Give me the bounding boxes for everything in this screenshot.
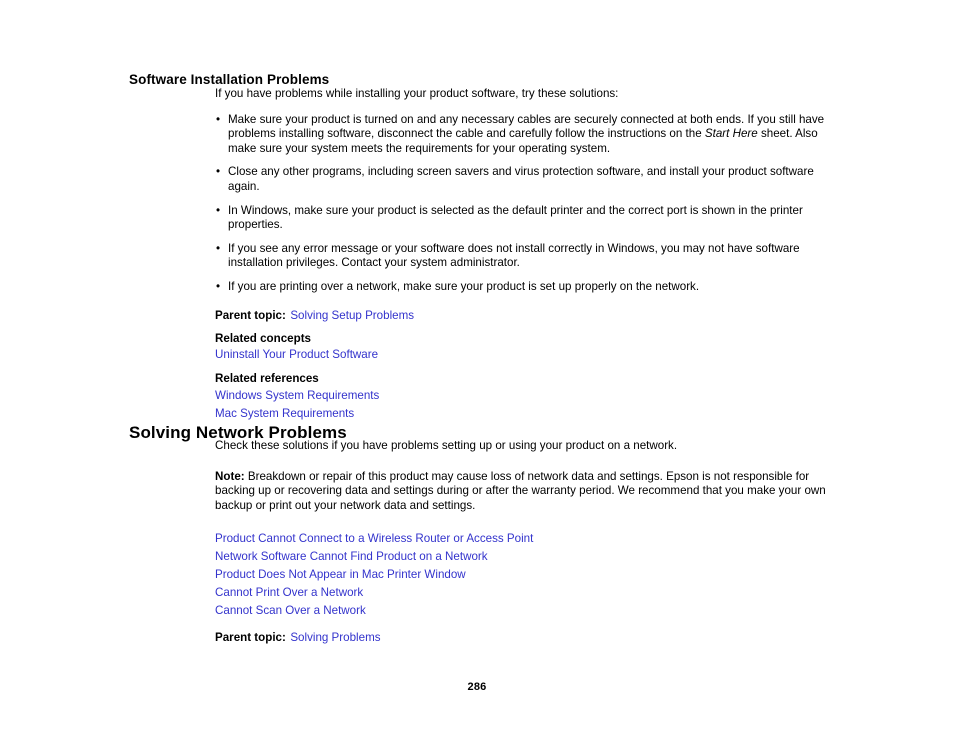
list-item: • Close any other programs, including sc…	[215, 165, 827, 194]
link-cannot-scan-over-a-network[interactable]: Cannot Scan Over a Network	[215, 604, 366, 617]
parent-topic-label: Parent topic:	[215, 308, 286, 322]
network-section-body: Check these solutions if you have proble…	[215, 439, 827, 646]
heading-software-installation-problems: Software Installation Problems	[129, 72, 330, 88]
link-mac-system-requirements[interactable]: Mac System Requirements	[215, 407, 354, 420]
list-item: • In Windows, make sure your product is …	[215, 204, 827, 233]
link-solving-setup-problems[interactable]: Solving Setup Problems	[290, 309, 414, 322]
list-item-text-part1: If you see any error message or your sof…	[228, 241, 800, 270]
link-network-software-cannot-find-product[interactable]: Network Software Cannot Find Product on …	[215, 550, 488, 563]
bullet-icon: •	[216, 241, 221, 255]
list-item: Network Software Cannot Find Product on …	[215, 548, 827, 566]
list-item: • If you are printing over a network, ma…	[215, 280, 827, 295]
list-item-text-part1: Close any other programs, including scre…	[228, 165, 814, 193]
list-item: Cannot Scan Over a Network	[215, 602, 827, 620]
list-item: Windows System Requirements	[215, 387, 827, 405]
document-page: Software Installation Problems If you ha…	[0, 0, 954, 738]
list-item-text-italic: Start Here	[704, 127, 758, 141]
software-intro-paragraph: If you have problems while installing yo…	[215, 87, 619, 100]
link-product-does-not-appear-in-mac-printer-window[interactable]: Product Does Not Appear in Mac Printer W…	[215, 568, 466, 581]
link-solving-problems[interactable]: Solving Problems	[290, 631, 380, 644]
link-windows-system-requirements[interactable]: Windows System Requirements	[215, 389, 379, 402]
network-intro-paragraph: Check these solutions if you have proble…	[215, 439, 678, 452]
page-number: 286	[467, 681, 487, 693]
note-label: Note:	[215, 469, 245, 483]
related-references-list: Windows System Requirements Mac System R…	[215, 387, 827, 423]
related-concepts-block: Related concepts Uninstall Your Product …	[215, 331, 827, 365]
software-section-body: If you have problems while installing yo…	[215, 87, 827, 423]
related-references-label: Related references	[215, 372, 319, 386]
note-text: Breakdown or repair of this product may …	[215, 469, 826, 512]
bullet-icon: •	[216, 279, 221, 293]
list-item-text-part1: If you are printing over a network, make…	[228, 279, 700, 293]
list-item-text-part1: In Windows, make sure your product is se…	[228, 203, 803, 232]
software-solutions-list: • Make sure your product is turned on an…	[215, 113, 827, 295]
related-concepts-list: Uninstall Your Product Software	[215, 346, 827, 364]
list-item: • Make sure your product is turned on an…	[215, 113, 827, 157]
link-cannot-print-over-a-network[interactable]: Cannot Print Over a Network	[215, 586, 363, 599]
bullet-icon: •	[216, 112, 221, 126]
list-item: • If you see any error message or your s…	[215, 242, 827, 271]
list-item: Uninstall Your Product Software	[215, 346, 827, 364]
link-uninstall-your-product-software[interactable]: Uninstall Your Product Software	[215, 348, 378, 361]
network-topic-links-list: Product Cannot Connect to a Wireless Rou…	[215, 530, 827, 620]
list-item: Product Does Not Appear in Mac Printer W…	[215, 566, 827, 584]
list-item: Mac System Requirements	[215, 405, 827, 423]
list-item: Product Cannot Connect to a Wireless Rou…	[215, 530, 827, 548]
link-product-cannot-connect-to-wireless-router[interactable]: Product Cannot Connect to a Wireless Rou…	[215, 532, 533, 545]
related-concepts-label: Related concepts	[215, 331, 311, 345]
related-references-block: Related references Windows System Requir…	[215, 371, 827, 423]
bullet-icon: •	[216, 203, 221, 217]
list-item: Cannot Print Over a Network	[215, 584, 827, 602]
network-note-paragraph: Note: Breakdown or repair of this produc…	[215, 470, 827, 514]
bullet-icon: •	[216, 165, 221, 179]
parent-topic-label: Parent topic:	[215, 631, 286, 645]
software-parent-topic-line: Parent topic: Solving Setup Problems	[215, 306, 827, 324]
network-parent-topic-line: Parent topic: Solving Problems	[215, 628, 827, 646]
